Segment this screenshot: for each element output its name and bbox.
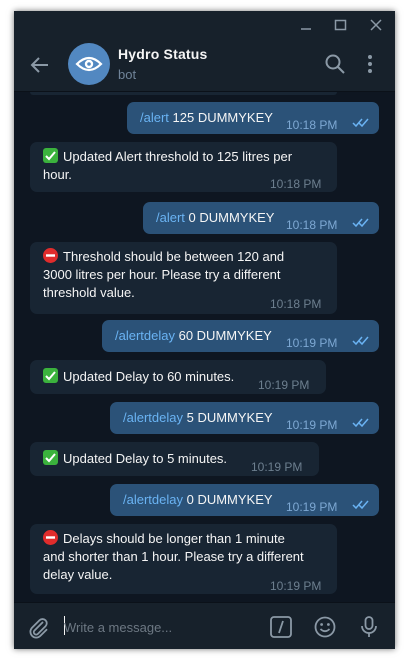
search-icon[interactable] xyxy=(323,52,347,76)
message-text: 125 DUMMYKEY xyxy=(168,110,273,125)
more-vertical-icon[interactable] xyxy=(358,52,382,76)
close-icon[interactable] xyxy=(364,15,388,35)
message-outgoing[interactable]: /alert 0 DUMMYKEY 10:18 PM xyxy=(143,202,379,234)
message-text-line: and shorter than 1 hour. Please try a di… xyxy=(43,549,304,564)
double-check-icon xyxy=(352,418,369,428)
slash-command-icon[interactable] xyxy=(269,615,293,639)
message-text: 0 DUMMYKEY xyxy=(182,492,273,507)
message-time: 10:18 PM xyxy=(286,218,338,232)
message-text-line: threshold value. xyxy=(43,285,135,300)
message-time: 10:18 PM xyxy=(270,297,322,311)
message-time: 10:19 PM xyxy=(286,418,338,432)
message-text: Delays should be longer than 1 minute xyxy=(63,531,285,546)
double-check-icon xyxy=(352,118,369,128)
message-outgoing[interactable]: /alertdelay 0 DUMMYKEY 10:19 PM xyxy=(110,484,379,516)
back-arrow-icon[interactable] xyxy=(28,53,52,77)
message-input[interactable] xyxy=(64,617,264,637)
message-text-line: 3000 litres per hour. Please try a diffe… xyxy=(43,267,281,282)
previous-message-edge xyxy=(30,92,337,95)
message-text: Threshold should be between 120 and xyxy=(63,249,285,264)
message-incoming[interactable]: Updated Alert threshold to 125 litres pe… xyxy=(30,142,337,192)
paperclip-icon[interactable] xyxy=(26,615,50,639)
message-time: 10:19 PM xyxy=(251,460,303,474)
message-outgoing[interactable]: /alertdelay 60 DUMMYKEY 10:19 PM xyxy=(102,320,379,352)
message-text-line: hour. xyxy=(43,167,72,182)
command-link[interactable]: /alert xyxy=(140,110,169,125)
message-outgoing[interactable]: /alert 125 DUMMYKEY 10:18 PM xyxy=(127,102,379,134)
message-text: Updated Delay to 5 minutes. xyxy=(63,451,228,466)
double-check-icon xyxy=(352,336,369,346)
maximize-icon[interactable] xyxy=(328,15,352,35)
message-time: 10:18 PM xyxy=(270,177,322,191)
message-time: 10:19 PM xyxy=(270,579,322,593)
message-time: 10:19 PM xyxy=(258,378,310,392)
minimize-icon[interactable] xyxy=(294,15,318,35)
window-titlebar xyxy=(14,11,395,39)
chat-title[interactable]: Hydro Status xyxy=(118,46,208,62)
message-text: 5 DUMMYKEY xyxy=(182,410,273,425)
message-incoming[interactable]: Updated Delay to 5 minutes. 10:19 PM xyxy=(30,442,319,476)
message-text-line: delay value. xyxy=(43,567,113,582)
avatar[interactable] xyxy=(68,43,110,85)
check-mark-button-icon xyxy=(43,368,58,383)
check-mark-button-icon xyxy=(43,148,58,163)
message-text: 60 DUMMYKEY xyxy=(174,328,272,343)
message-text: 0 DUMMYKEY xyxy=(184,210,275,225)
telegram-window: Hydro Status bot /alert 125 DUMMYKEY 10:… xyxy=(14,11,395,649)
message-incoming[interactable]: Threshold should be between 120 and 3000 … xyxy=(30,242,337,314)
microphone-icon[interactable] xyxy=(357,615,381,639)
command-link[interactable]: /alertdelay xyxy=(115,328,175,343)
message-incoming[interactable]: Delays should be longer than 1 minute and… xyxy=(30,524,337,594)
command-link[interactable]: /alert xyxy=(156,210,185,225)
eye-icon xyxy=(75,56,103,72)
check-mark-button-icon xyxy=(43,450,58,465)
command-link[interactable]: /alertdelay xyxy=(123,410,183,425)
message-text: Updated Alert threshold to 125 litres pe… xyxy=(63,149,293,164)
message-list[interactable]: /alert 125 DUMMYKEY 10:18 PM Updated Ale… xyxy=(14,92,395,602)
command-link[interactable]: /alertdelay xyxy=(123,492,183,507)
no-entry-icon xyxy=(43,248,58,263)
chat-header: Hydro Status bot xyxy=(14,39,395,92)
message-time: 10:19 PM xyxy=(286,500,338,514)
chat-subtitle: bot xyxy=(118,67,137,82)
message-time: 10:18 PM xyxy=(286,118,338,132)
message-outgoing[interactable]: /alertdelay 5 DUMMYKEY 10:19 PM xyxy=(110,402,379,434)
message-text: Updated Delay to 60 minutes. xyxy=(63,369,235,384)
double-check-icon xyxy=(352,218,369,228)
message-time: 10:19 PM xyxy=(286,336,338,350)
message-composer xyxy=(14,602,395,649)
no-entry-icon xyxy=(43,530,58,545)
double-check-icon xyxy=(352,500,369,510)
smiley-icon[interactable] xyxy=(313,615,337,639)
message-incoming[interactable]: Updated Delay to 60 minutes. 10:19 PM xyxy=(30,360,326,394)
